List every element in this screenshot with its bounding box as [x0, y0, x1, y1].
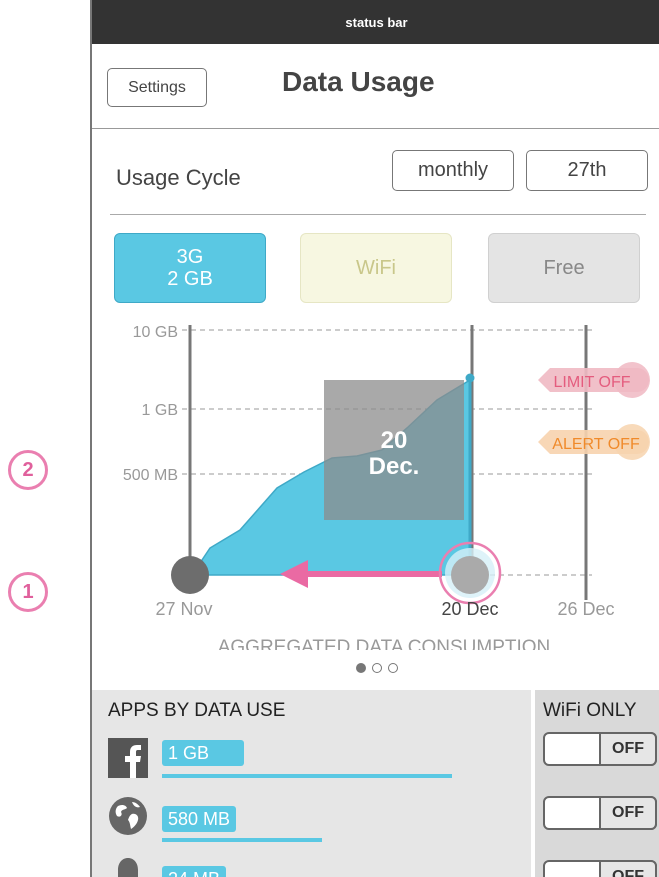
toggle-off-label: OFF: [599, 860, 657, 877]
wifi-only-header: WiFi ONLY: [543, 700, 637, 721]
x-label-start: 27 Nov: [155, 599, 212, 619]
annotation-badge-2: 2: [8, 450, 48, 490]
tab-free[interactable]: Free: [488, 233, 640, 303]
page-indicator: [92, 660, 659, 678]
cycle-period-button[interactable]: monthly: [392, 150, 514, 191]
app-usage-bar: [162, 774, 452, 778]
alert-off-label: ALERT OFF: [552, 436, 640, 453]
bell-icon: [118, 858, 138, 877]
toggle-off-label: OFF: [599, 796, 657, 830]
tab-wifi[interactable]: WiFi: [300, 233, 452, 303]
x-label-end: 26 Dec: [557, 599, 614, 619]
cycle-day-button[interactable]: 27th: [526, 150, 648, 191]
divider: [110, 214, 646, 215]
wifi-only-toggle[interactable]: OFF: [543, 860, 657, 877]
toggle-off-label: OFF: [599, 732, 657, 766]
apps-header: APPS BY DATA USE: [108, 700, 286, 721]
status-bar: status bar: [92, 0, 659, 44]
tab-3g-amount: 2 GB: [167, 268, 213, 290]
apps-panel: APPS BY DATA USE 1 GB 580 MB 24 MB: [92, 690, 531, 877]
globe-icon: [109, 797, 147, 835]
app-usage-label[interactable]: 24 MB: [162, 866, 227, 877]
chart-caption: AGGREGATED DATA CONSUMPTION: [218, 637, 551, 650]
app-usage-label[interactable]: 580 MB: [162, 806, 237, 832]
x-label-today: 20 Dec: [441, 599, 498, 619]
page-dot-2[interactable]: [371, 663, 382, 673]
today-handle[interactable]: [451, 556, 489, 594]
annotation-badge-1: 1: [8, 572, 48, 612]
nav-bar: Settings Data Usage: [92, 44, 659, 129]
cycle-start-handle[interactable]: [171, 556, 209, 594]
y-label-10gb: 10 GB: [133, 324, 178, 341]
phone-screen: status bar Settings Data Usage Usage Cyc…: [90, 0, 659, 877]
tab-3g-label: 3G: [176, 246, 204, 268]
settings-button[interactable]: Settings: [107, 68, 207, 107]
app-usage-bar: [162, 838, 322, 842]
wifi-only-panel: WiFi ONLY OFF OFF OFF: [533, 690, 659, 877]
page-dot-1[interactable]: [355, 663, 366, 673]
tooltip-month: Dec.: [369, 453, 420, 480]
facebook-icon: [108, 738, 148, 778]
tooltip-day: 20: [381, 427, 408, 454]
app-usage-label[interactable]: 1 GB: [162, 740, 244, 766]
tab-free-label: Free: [543, 257, 585, 279]
usage-chart: 10 GB 1 GB 500 MB 20 Dec. LIMIT OFF ALER…: [123, 324, 650, 650]
tab-wifi-label: WiFi: [356, 257, 396, 279]
limit-off-label: LIMIT OFF: [553, 374, 630, 391]
y-label-500mb: 500 MB: [123, 467, 178, 484]
page-title: Data Usage: [282, 66, 435, 97]
usage-cycle-label: Usage Cycle: [116, 165, 241, 190]
tab-3g[interactable]: 3G 2 GB: [114, 233, 266, 303]
page-dot-3[interactable]: [387, 663, 398, 673]
wifi-only-toggle[interactable]: OFF: [543, 796, 657, 830]
y-label-1gb: 1 GB: [142, 402, 178, 419]
wifi-only-toggle[interactable]: OFF: [543, 732, 657, 766]
today-cursor-dot: [465, 373, 475, 383]
